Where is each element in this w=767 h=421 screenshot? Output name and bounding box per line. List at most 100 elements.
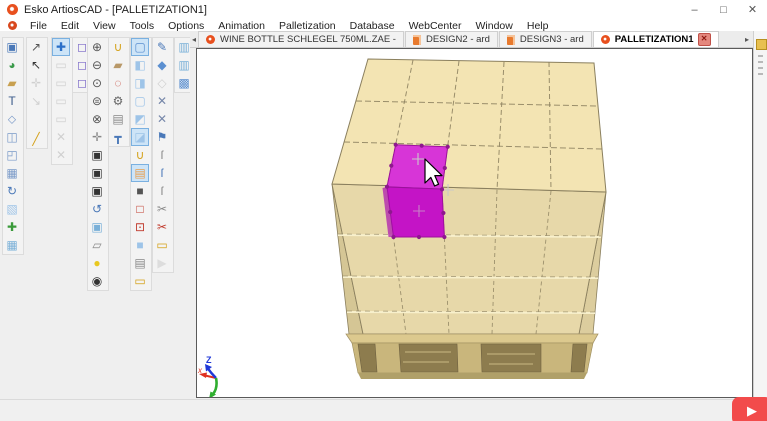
move-design-icon[interactable]: ◰ bbox=[3, 146, 21, 164]
line-tool-icon[interactable]: ⬦ bbox=[3, 110, 21, 128]
zoom-out-icon[interactable]: ⊖ bbox=[88, 56, 106, 74]
dimension-2-icon[interactable]: ◇ bbox=[153, 74, 171, 92]
dimension-icon[interactable]: ◆ bbox=[153, 56, 171, 74]
tray-tool-icon[interactable]: ∪ bbox=[109, 38, 127, 56]
section-lines-icon[interactable]: ▤ bbox=[131, 254, 149, 272]
clip-delete-icon[interactable]: ✂ bbox=[153, 218, 171, 236]
view-cube-side-icon[interactable]: ◨ bbox=[131, 74, 149, 92]
eye-icon[interactable]: ◉ bbox=[88, 272, 106, 290]
rotate-view-icon[interactable]: ↻ bbox=[3, 182, 21, 200]
zoom-window-icon[interactable]: ⊙ bbox=[88, 74, 106, 92]
tab-label: DESIGN3 - ard bbox=[520, 34, 584, 45]
select-item-icon[interactable]: ▣ bbox=[3, 38, 21, 56]
video-play-button[interactable]: ▶ bbox=[732, 397, 767, 421]
canvas-3d-view[interactable]: x Z bbox=[196, 48, 753, 398]
tray-3-icon[interactable]: ▭ bbox=[153, 236, 171, 254]
select-board-icon[interactable]: ▰ bbox=[3, 74, 21, 92]
wireframe-mode-icon[interactable]: □ bbox=[131, 200, 149, 218]
add-layer-icon[interactable]: ✚ bbox=[52, 38, 70, 56]
docked-panel-strip[interactable] bbox=[753, 31, 767, 399]
tab-scroll-right-icon[interactable]: ▸ bbox=[743, 31, 751, 47]
render-mode-icon[interactable]: ▤ bbox=[131, 164, 149, 182]
frame-view-icon[interactable]: ▣ bbox=[88, 218, 106, 236]
child-window-icon[interactable] bbox=[8, 21, 17, 30]
tab-scroll-left-icon[interactable]: ◂ bbox=[190, 31, 198, 47]
interlock-pattern-icon[interactable]: ✕ bbox=[52, 128, 70, 146]
mold-icon[interactable]: ∪ bbox=[131, 146, 149, 164]
snapshot-icon[interactable]: ▣ bbox=[88, 146, 106, 164]
clip-edit-icon[interactable]: ſ bbox=[153, 182, 171, 200]
layer-pattern-1-icon[interactable]: ▭ bbox=[52, 56, 70, 74]
stretch-dashed-icon[interactable]: ↘ bbox=[27, 92, 45, 110]
layer-pattern-2-icon[interactable]: ▭ bbox=[52, 74, 70, 92]
clip-icon[interactable]: ſ bbox=[153, 146, 171, 164]
flag-icon[interactable]: ⚑ bbox=[153, 128, 171, 146]
gears-icon[interactable]: ⚙ bbox=[109, 92, 127, 110]
push-down-icon[interactable]: ┳ bbox=[109, 128, 127, 146]
clip-cut-icon[interactable]: ✂ bbox=[153, 200, 171, 218]
clip-add-icon[interactable]: ſ bbox=[153, 164, 171, 182]
break-x-icon[interactable]: ✕ bbox=[153, 92, 171, 110]
camera-icon[interactable]: ▣ bbox=[88, 164, 106, 182]
zoom-previous-icon[interactable]: ⊗ bbox=[88, 110, 106, 128]
cube-view-icon[interactable]: ▧ bbox=[3, 200, 21, 218]
interlock-pattern-2-icon[interactable]: ✕ bbox=[52, 146, 70, 164]
toolbar-column-6: ∪▰◌⚙▤┳ bbox=[108, 37, 130, 147]
pointer-arrow-icon[interactable]: ↖ bbox=[27, 56, 45, 74]
knife-tool-icon[interactable]: ╱ bbox=[27, 130, 45, 148]
work-area: ◂ WINE BOTTLE SCHLEGEL 750ML.ZAE -DESIGN… bbox=[190, 31, 753, 399]
annotate-icon[interactable]: ✎ bbox=[153, 38, 171, 56]
bulb-icon[interactable]: ● bbox=[88, 254, 106, 272]
selected-box[interactable] bbox=[383, 143, 455, 240]
view-cube-front-icon[interactable]: ◧ bbox=[131, 56, 149, 74]
video-disabled-icon[interactable]: ▶ bbox=[153, 254, 171, 272]
main-area: ▣◕▰T⬦◫◰▦↻▧✚▦↗↖✛↘╱✚▭▭▭▭✕✕◻◻◻⊕⊖⊙⊜⊗✛▣▣▣↺▣▱●… bbox=[0, 31, 767, 399]
move-view-icon[interactable]: ✚ bbox=[3, 218, 21, 236]
tab-palletization1[interactable]: PALLETIZATION1✕ bbox=[593, 31, 719, 47]
measure-icon[interactable]: ↗ bbox=[27, 38, 45, 56]
zoom-extents-icon[interactable]: ⊜ bbox=[88, 92, 106, 110]
app-window: Esko ArtiosCAD - [PALLETIZATION1] – □ ✕ … bbox=[0, 0, 767, 421]
dashed-circle-icon[interactable]: ◌ bbox=[109, 74, 127, 92]
pallet[interactable] bbox=[346, 334, 598, 379]
board-3d-icon[interactable]: ▰ bbox=[109, 56, 127, 74]
tab-close-icon[interactable]: ✕ bbox=[698, 33, 711, 46]
camera-2-icon[interactable]: ▣ bbox=[88, 182, 106, 200]
view-cube-top-icon[interactable]: ▢ bbox=[131, 92, 149, 110]
docked-panel-icon[interactable] bbox=[756, 39, 767, 50]
maximize-button[interactable]: □ bbox=[709, 0, 738, 19]
tab-wine-bottle-schlegel-750ml-zae[interactable]: WINE BOTTLE SCHLEGEL 750ML.ZAE - bbox=[198, 31, 404, 47]
wireframe-points-icon[interactable]: ⊡ bbox=[131, 218, 149, 236]
close-button[interactable]: ✕ bbox=[738, 0, 767, 19]
tool-panel: ▣◕▰T⬦◫◰▦↻▧✚▦↗↖✛↘╱✚▭▭▭▭✕✕◻◻◻⊕⊖⊙⊜⊗✛▣▣▣↺▣▱●… bbox=[0, 31, 190, 399]
view-solid-icon[interactable]: ▢ bbox=[131, 38, 149, 56]
tab-design2-ard[interactable]: DESIGN2 - ard bbox=[405, 31, 498, 47]
multi-view-icon[interactable]: ▦ bbox=[3, 236, 21, 254]
select-text-icon[interactable]: T bbox=[3, 92, 21, 110]
tab-design3-ard[interactable]: DESIGN3 - ard bbox=[499, 31, 592, 47]
pan-icon[interactable]: ✛ bbox=[88, 128, 106, 146]
window-title: Esko ArtiosCAD - [PALLETIZATION1] bbox=[24, 4, 207, 16]
undo-view-icon[interactable]: ↺ bbox=[88, 200, 106, 218]
eraser-icon[interactable]: ▱ bbox=[88, 236, 106, 254]
minimize-button[interactable]: – bbox=[680, 0, 709, 19]
solid-mode-icon[interactable]: ■ bbox=[131, 236, 149, 254]
select-curve-icon[interactable]: ◕ bbox=[3, 56, 21, 74]
document-tab-icon bbox=[507, 35, 515, 45]
zoom-in-icon[interactable]: ⊕ bbox=[88, 38, 106, 56]
break-x-2-icon[interactable]: ✕ bbox=[153, 110, 171, 128]
copy-design-icon[interactable]: ▦ bbox=[3, 164, 21, 182]
tray-2-icon[interactable]: ▭ bbox=[131, 272, 149, 290]
properties-icon[interactable]: ▤ bbox=[109, 110, 127, 128]
move-point-icon[interactable]: ◫ bbox=[3, 128, 21, 146]
pallet-load[interactable] bbox=[332, 59, 606, 334]
toolbar-column-8: ✎◆◇✕✕⚑ſſſ✂✂▭▶ bbox=[152, 37, 174, 273]
view-angle-icon[interactable]: ◪ bbox=[131, 128, 149, 146]
document-tab-bar: ◂ WINE BOTTLE SCHLEGEL 750ML.ZAE -DESIGN… bbox=[190, 31, 753, 48]
view-cube-iso-icon[interactable]: ◩ bbox=[131, 110, 149, 128]
layer-pattern-4-icon[interactable]: ▭ bbox=[52, 110, 70, 128]
axis-indicator: x Z bbox=[197, 355, 217, 397]
shaded-cube-icon[interactable]: ■ bbox=[131, 182, 149, 200]
move-dashed-icon[interactable]: ✛ bbox=[27, 74, 45, 92]
layer-pattern-3-icon[interactable]: ▭ bbox=[52, 92, 70, 110]
